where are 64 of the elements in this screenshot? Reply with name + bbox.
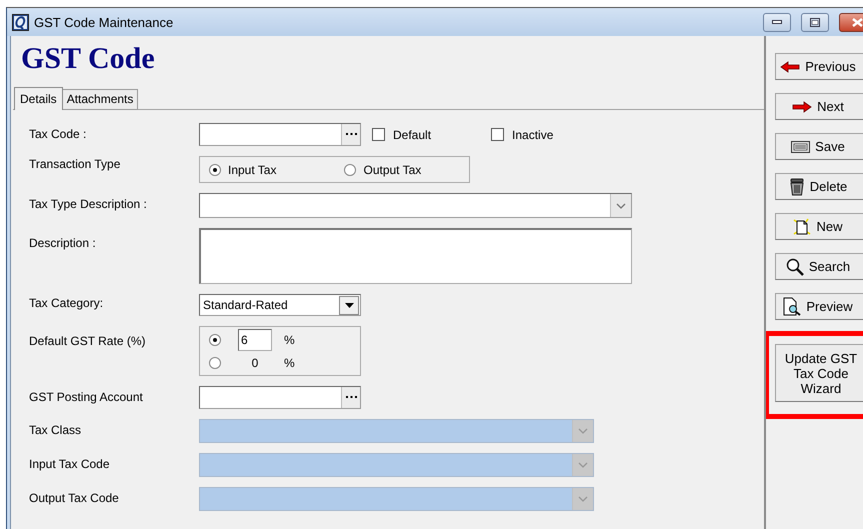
- browse-button[interactable]: [341, 387, 360, 408]
- checkbox[interactable]: [491, 128, 504, 141]
- new-page-icon: [793, 218, 812, 236]
- ellipsis-icon: [346, 396, 356, 399]
- window-title: GST Code Maintenance: [34, 14, 174, 30]
- chevron-down-icon: [578, 462, 588, 468]
- field-label: Input Tax Code: [29, 456, 111, 471]
- toolbar-button[interactable]: Previous: [775, 53, 863, 80]
- toolbar-button[interactable]: Search: [775, 253, 863, 280]
- wizard-button[interactable]: Update GST Tax Code Wizard: [775, 344, 863, 402]
- toolbar-button[interactable]: Delete: [775, 173, 863, 200]
- field-label: GST Posting Account: [29, 389, 144, 404]
- radio-button[interactable]: [209, 334, 221, 346]
- toolbar-button[interactable]: Save: [775, 133, 863, 160]
- description-field[interactable]: [199, 228, 632, 284]
- dropdown[interactable]: Standard-Rated: [199, 294, 361, 316]
- field-label: Description :: [29, 235, 97, 250]
- field-label: Output Tax Code: [29, 490, 120, 505]
- field-label: Default GST Rate (%): [29, 333, 146, 348]
- dropdown-arrow-icon: [344, 302, 354, 308]
- right-arrow-icon: [792, 100, 812, 112]
- checkbox[interactable]: [372, 128, 385, 141]
- dropdown-value: Standard-Rated: [202, 298, 289, 312]
- rate-field[interactable]: 6: [238, 328, 272, 350]
- chevron-down-icon: [578, 496, 588, 502]
- toolbar-button[interactable]: Preview: [775, 293, 863, 320]
- field-label: Tax Class: [29, 422, 82, 437]
- close-icon: [852, 18, 862, 26]
- minimize-button[interactable]: [763, 12, 791, 32]
- field-label: Tax Code :: [29, 126, 88, 141]
- lookup-field[interactable]: [199, 386, 361, 409]
- field-label: Tax Type Description :: [29, 196, 148, 211]
- maximize-button[interactable]: [801, 12, 829, 32]
- tab[interactable]: Details: [14, 87, 63, 110]
- ellipsis-icon: [346, 133, 356, 136]
- field-label: Transaction Type: [29, 156, 122, 171]
- chevron-down-icon: [616, 202, 626, 208]
- left-arrow-icon: [780, 60, 800, 72]
- tab[interactable]: Attachments: [62, 89, 138, 110]
- radio-label: Output Tax: [363, 162, 422, 176]
- checkbox-label: Default: [393, 128, 432, 142]
- chevron-down-icon: [578, 428, 588, 434]
- browse-button[interactable]: [341, 124, 360, 145]
- percent-sign: %: [284, 356, 295, 370]
- minimize-icon: [772, 20, 782, 24]
- toolbar-button[interactable]: New: [775, 213, 863, 240]
- rate-value: 0: [250, 356, 260, 370]
- field-label: Tax Category:: [29, 295, 104, 310]
- lookup-field[interactable]: [199, 123, 361, 146]
- radio-button[interactable]: [344, 164, 356, 176]
- combo-box[interactable]: [199, 193, 632, 218]
- trash-can-icon: [788, 178, 805, 196]
- app-logo-icon: [12, 14, 29, 30]
- percent-sign: %: [284, 332, 295, 346]
- page-magnifier-icon: [783, 297, 802, 316]
- checkbox-label: Inactive: [512, 128, 554, 142]
- search-icon: [786, 258, 804, 276]
- tray-icon: [791, 140, 810, 152]
- toolbar-button[interactable]: Next: [775, 93, 863, 120]
- radio-button[interactable]: [209, 164, 221, 176]
- page-heading: GST Code: [20, 41, 155, 77]
- maximize-icon: [810, 18, 820, 26]
- radio-label: Input Tax: [228, 162, 276, 176]
- radio-button[interactable]: [209, 356, 221, 368]
